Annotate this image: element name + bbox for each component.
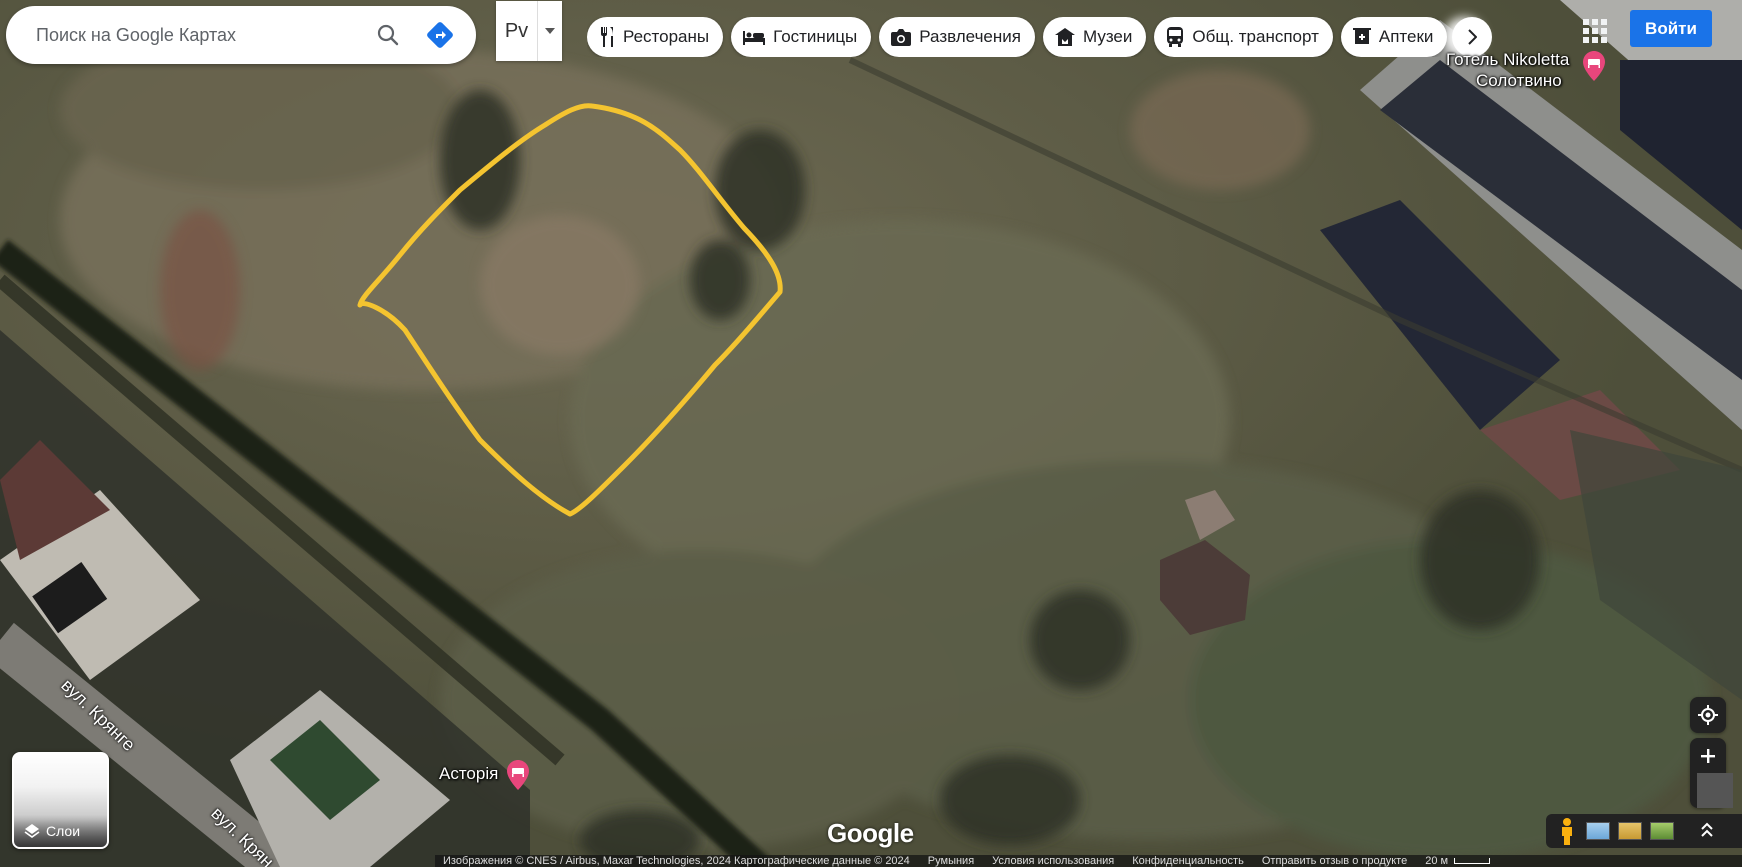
search-icon [377, 24, 399, 46]
attribution-footer: Изображения © CNES / Airbus, Maxar Techn… [435, 855, 1742, 867]
pegman-icon[interactable] [1556, 817, 1578, 845]
layers-footer: Слои [14, 815, 107, 847]
scale-bar [1454, 858, 1491, 864]
poi-label: Готель Nikoletta [1446, 50, 1570, 69]
chip-pharmacies[interactable]: Аптеки [1340, 17, 1448, 57]
camera-icon [891, 29, 912, 46]
hotel-pin-icon[interactable] [507, 760, 529, 790]
layers-label: Слои [46, 823, 81, 839]
satellite-map[interactable] [0, 0, 1742, 867]
chip-label: Гостиницы [773, 27, 858, 46]
layers-button[interactable]: Слои [12, 752, 109, 849]
caret-down-icon [545, 28, 555, 34]
chip-museums[interactable]: Музеи [1042, 17, 1147, 57]
pharmacy-icon [1352, 28, 1371, 44]
fork-knife-icon [601, 27, 613, 47]
poi-hotel-nikoletta[interactable]: Готель Nikoletta [1446, 50, 1569, 70]
chip-label: Развлечения [919, 27, 1021, 46]
satellite-imagery [0, 0, 1742, 867]
museum-icon [1054, 28, 1075, 46]
search-input[interactable] [36, 15, 366, 55]
chip-entertainment[interactable]: Развлечения [879, 17, 1035, 57]
privacy-link[interactable]: Конфиденциальность [1132, 855, 1244, 867]
layers-icon [24, 824, 40, 838]
zoom-controls [1690, 738, 1733, 808]
expand-chevrons-icon[interactable] [1700, 822, 1714, 840]
imagery-panel [1546, 814, 1742, 848]
scale-indicator[interactable]: 20 м [1425, 855, 1491, 867]
chip-label: Рестораны [623, 27, 710, 46]
directions-button[interactable] [418, 13, 462, 57]
bus-icon [1167, 27, 1184, 47]
scale-label: 20 м [1425, 855, 1449, 867]
chevron-right-icon [1468, 29, 1477, 45]
poi-asteria[interactable]: Асторія [439, 764, 498, 784]
chip-transit[interactable]: Общ. транспорт [1154, 17, 1333, 57]
chip-restaurants[interactable]: Рестораны [587, 17, 724, 57]
chip-hotels[interactable]: Гостиницы [731, 17, 872, 57]
poi-label: Асторія [439, 764, 499, 783]
feedback-link[interactable]: Отправить отзыв о продукте [1262, 855, 1407, 867]
country-link[interactable]: Румыния [928, 855, 974, 867]
zoom-in-button[interactable] [1690, 738, 1726, 773]
sign-in-button[interactable]: Войти [1630, 10, 1712, 47]
chip-label: Музеи [1082, 27, 1133, 46]
imagery-attribution: Изображения © CNES / Airbus, Maxar Techn… [443, 855, 910, 867]
category-chips: Рестораны Гостиницы Развлечения Музеи Об… [587, 17, 1493, 57]
poi-sublabel: Солотвино [1476, 71, 1562, 90]
crosshair-icon [1698, 705, 1718, 725]
map-mode-selector[interactable]: Рv [496, 1, 562, 61]
imagery-thumb-terrain[interactable] [1650, 822, 1674, 840]
map-mode-dropdown-arrow[interactable] [538, 28, 562, 34]
hotel-pin-icon[interactable] [1583, 51, 1605, 81]
terms-link[interactable]: Условия использования [992, 855, 1114, 867]
search-box [6, 6, 476, 64]
bed-icon [743, 31, 766, 45]
google-apps-icon[interactable] [1580, 16, 1608, 44]
search-button[interactable] [366, 13, 410, 57]
imagery-thumb-desert[interactable] [1618, 822, 1642, 840]
chip-label: Аптеки [1378, 27, 1434, 46]
my-location-button[interactable] [1690, 697, 1726, 733]
poi-hotel-nikoletta-town: Солотвино [1476, 71, 1562, 91]
google-logo: Google [827, 818, 914, 848]
plus-icon [1701, 748, 1715, 763]
imagery-thumb-sky[interactable] [1586, 822, 1610, 840]
chip-label: Общ. транспорт [1192, 27, 1319, 46]
map-mode-label: Рv [496, 1, 538, 61]
directions-icon [427, 22, 453, 48]
